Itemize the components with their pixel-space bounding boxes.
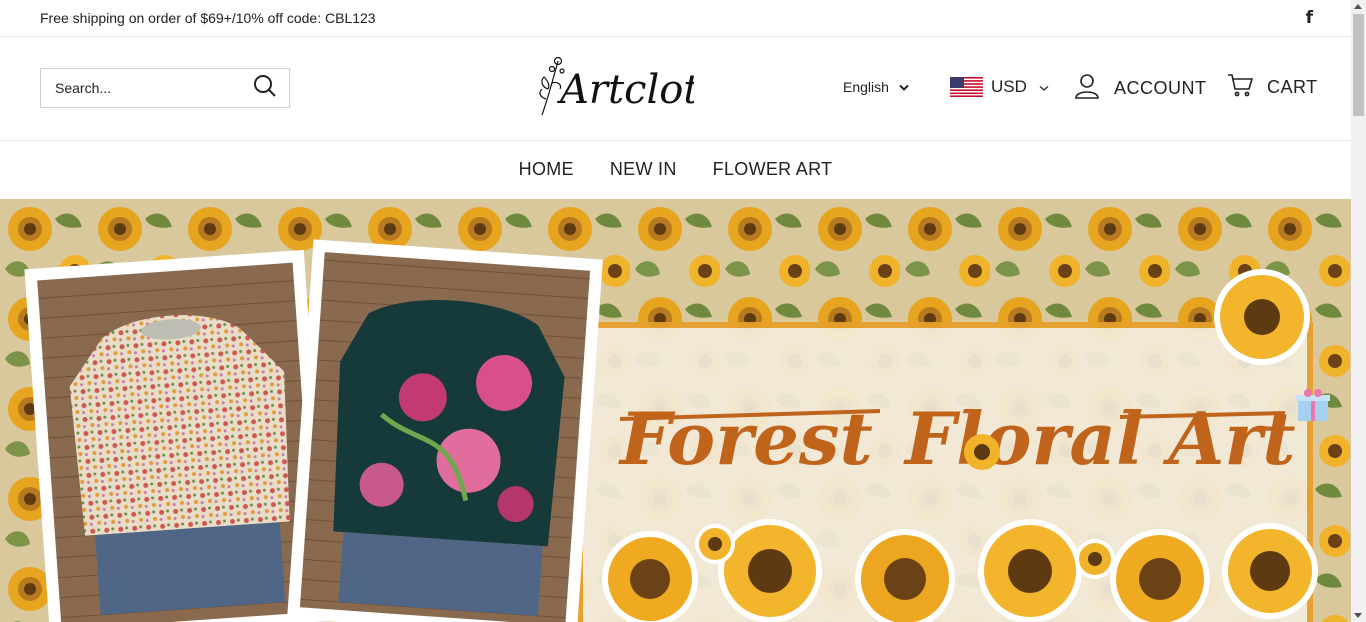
scrollbar-thumb[interactable]: [1353, 14, 1364, 116]
cart-icon: [1227, 73, 1254, 102]
hero-image: Forest Floral Art: [0, 199, 1351, 622]
currency-label: USD: [991, 77, 1027, 96]
cart-label: CART: [1267, 77, 1318, 97]
chevron-down-icon: [1039, 77, 1049, 97]
search-input[interactable]: [55, 80, 253, 96]
us-flag-icon: [950, 77, 983, 97]
nav-item-home[interactable]: HOME: [519, 159, 574, 180]
announcement-bar: Free shipping on order of $69+/10% off c…: [0, 0, 1351, 37]
language-label: English: [843, 79, 889, 95]
currency-selector[interactable]: USD: [950, 77, 1049, 97]
scroll-down-arrow-icon[interactable]: [1354, 613, 1362, 618]
hero-banner[interactable]: Forest Floral Art: [0, 199, 1351, 622]
search-box: [40, 68, 290, 108]
logo-text: Artcloths: [556, 67, 694, 113]
chevron-down-icon: [899, 79, 909, 95]
search-icon[interactable]: [253, 74, 277, 103]
page-scrollbar[interactable]: [1351, 0, 1366, 622]
nav-item-new-in[interactable]: NEW IN: [610, 159, 677, 180]
nav-item-flower-art[interactable]: FLOWER ART: [713, 159, 833, 180]
account-label: ACCOUNT: [1114, 78, 1207, 98]
hero-title-forest: Forest: [618, 396, 873, 481]
account-link[interactable]: ACCOUNT: [1074, 73, 1207, 104]
announcement-text: Free shipping on order of $69+/10% off c…: [40, 10, 376, 26]
main-nav: HOME NEW IN FLOWER ART: [0, 141, 1351, 198]
site-header: Artcloths English: [0, 37, 1351, 141]
facebook-icon[interactable]: f: [1306, 8, 1313, 28]
site-logo[interactable]: Artcloths: [538, 53, 746, 121]
scroll-up-arrow-icon[interactable]: [1354, 4, 1362, 9]
page: Free shipping on order of $69+/10% off c…: [0, 0, 1351, 622]
cart-link[interactable]: CART: [1227, 73, 1318, 102]
user-icon: [1074, 73, 1100, 104]
hero-title-floral-art: Floral Art: [903, 396, 1296, 481]
language-selector[interactable]: English: [843, 79, 909, 95]
